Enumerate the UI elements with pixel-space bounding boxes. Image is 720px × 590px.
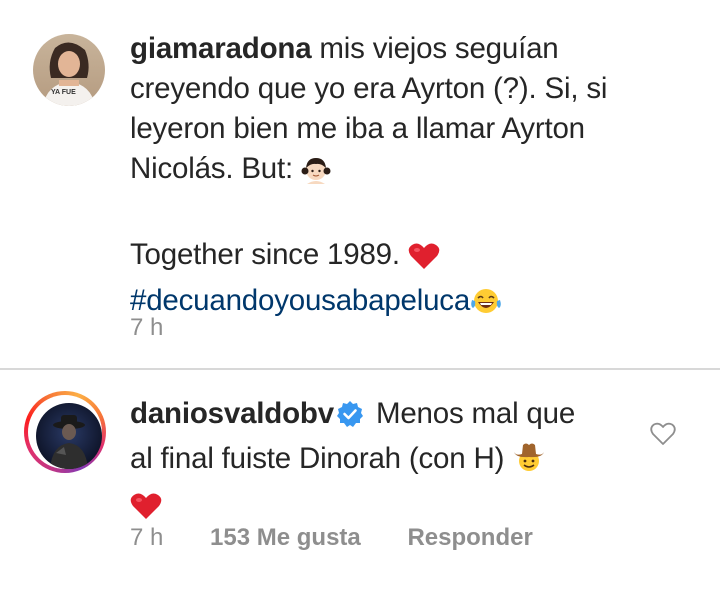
comment-text: leyeron bien me iba a llamar Ayrton [130,112,585,145]
comment-timestamp: 7 h [130,524,164,551]
comment-text: Nicolás. But: [130,152,293,185]
laughing-emoji-icon [470,286,502,327]
comment-text: creyendo que yo era Ayrton (?). Si, si [130,72,608,105]
girl-emoji-icon [301,154,331,195]
comment-username[interactable]: giamaradona [130,32,312,65]
hashtag-link[interactable]: #decuandoyousabapeluca [130,284,470,317]
heart-emoji-icon [408,241,440,281]
comment-item: YA FUE giamaradona mis viejos seguían cr… [0,0,720,368]
comment-text: Menos mal que [375,397,576,430]
reply-button[interactable]: Responder [407,524,532,552]
comment-text: Together since 1989. [130,238,400,271]
comment-item: daniosvaldobv Menos mal que al final fui… [0,370,720,590]
avatar-badge-text: YA FUE [51,89,76,96]
comment-username[interactable]: daniosvaldobv [130,397,334,430]
comment-text: mis viejos seguían [319,32,559,65]
avatar-photo: YA FUE [33,34,105,106]
comment-meta: 7 h 153 Me gusta Responder [130,524,533,552]
comment-body: daniosvaldobv Menos mal que al final fui… [130,394,630,531]
comment-text: al final fuiste Dinorah (con H) [130,442,505,475]
comment-meta: 7 h [130,314,163,342]
avatar[interactable]: YA FUE [33,34,105,106]
comment-timestamp: 7 h [130,314,164,341]
cowboy-emoji-icon [512,440,546,485]
likes-count-button[interactable]: 153 Me gusta [210,524,361,552]
verified-badge-icon [336,399,364,439]
comment-body: giamaradona mis viejos seguían creyendo … [130,29,670,327]
like-heart-icon[interactable] [650,422,676,446]
